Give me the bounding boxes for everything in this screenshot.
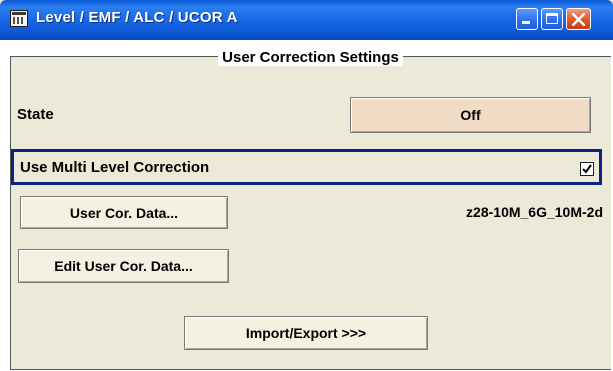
- user-cor-data-filename: z28-10M_6G_10M-2d: [466, 204, 603, 220]
- title-bar[interactable]: Level / EMF / ALC / UCOR A: [0, 0, 613, 40]
- dialog-window: Level / EMF / ALC / UCOR A User Correcti…: [0, 0, 613, 371]
- app-menu-icon[interactable]: [10, 10, 28, 27]
- multi-level-correction-label: Use Multi Level Correction: [20, 159, 210, 176]
- multi-level-correction-checkbox[interactable]: [580, 162, 594, 176]
- user-cor-data-button[interactable]: User Cor. Data...: [20, 196, 228, 229]
- group-title: User Correction Settings: [0, 49, 613, 66]
- edit-user-cor-data-button[interactable]: Edit User Cor. Data...: [18, 249, 229, 283]
- group-title-text: User Correction Settings: [218, 49, 403, 66]
- import-export-button[interactable]: Import/Export >>>: [184, 316, 428, 350]
- minimize-button[interactable]: [516, 8, 538, 30]
- maximize-button[interactable]: [541, 8, 563, 30]
- multi-level-correction-row[interactable]: Use Multi Level Correction: [11, 149, 602, 185]
- close-button[interactable]: [566, 8, 591, 30]
- dialog-content: User Correction Settings State Off Use M…: [0, 40, 613, 371]
- close-icon: [572, 13, 585, 26]
- window-title: Level / EMF / ALC / UCOR A: [36, 9, 238, 26]
- state-label: State: [17, 106, 54, 123]
- checkmark-icon: [582, 164, 592, 174]
- state-button[interactable]: Off: [350, 97, 591, 133]
